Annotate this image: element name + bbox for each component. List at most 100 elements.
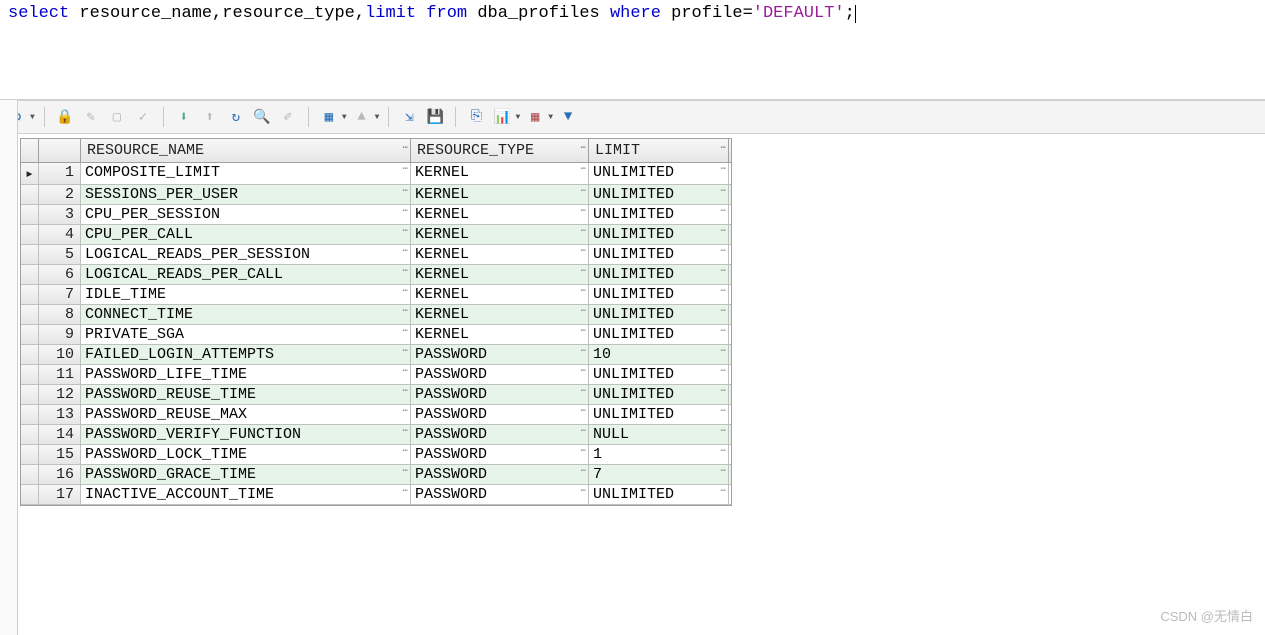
cell-ellipsis-icon[interactable]: ⋯	[403, 286, 408, 296]
cell-ellipsis-icon[interactable]: ⋯	[581, 446, 586, 456]
cell-ellipsis-icon[interactable]: ⋯	[721, 226, 726, 236]
cell[interactable]: KERNEL⋯	[411, 285, 589, 304]
box-icon[interactable]: ▢	[106, 106, 128, 128]
cell[interactable]: PASSWORD_VERIFY_FUNCTION⋯	[81, 425, 411, 444]
table-row[interactable]: 15PASSWORD_LOCK_TIME⋯PASSWORD⋯1⋯	[21, 445, 731, 465]
cell[interactable]: UNLIMITED⋯	[589, 325, 729, 344]
cell-ellipsis-icon[interactable]: ⋯	[581, 366, 586, 376]
find-icon[interactable]: 🔍	[251, 106, 273, 128]
table-row[interactable]: 17INACTIVE_ACCOUNT_TIME⋯PASSWORD⋯UNLIMIT…	[21, 485, 731, 505]
row-marker[interactable]	[21, 185, 39, 204]
cell-ellipsis-icon[interactable]: ⋯	[581, 286, 586, 296]
cell-ellipsis-icon[interactable]: ⋯	[403, 466, 408, 476]
cell[interactable]: UNLIMITED⋯	[589, 305, 729, 324]
cell[interactable]: UNLIMITED⋯	[589, 205, 729, 224]
cell[interactable]: LOGICAL_READS_PER_SESSION⋯	[81, 245, 411, 264]
row-marker[interactable]: ▸	[21, 163, 39, 184]
table-row[interactable]: 10FAILED_LOGIN_ATTEMPTS⋯PASSWORD⋯10⋯	[21, 345, 731, 365]
cell-ellipsis-icon[interactable]: ⋯	[403, 486, 408, 496]
save-icon[interactable]: 💾	[424, 106, 446, 128]
cell[interactable]: KERNEL⋯	[411, 225, 589, 244]
cell[interactable]: FAILED_LOGIN_ATTEMPTS⋯	[81, 345, 411, 364]
cell[interactable]: KERNEL⋯	[411, 163, 589, 184]
cell[interactable]: LOGICAL_READS_PER_CALL⋯	[81, 265, 411, 284]
cell-ellipsis-icon[interactable]: ⋯	[403, 186, 408, 196]
cell[interactable]: PASSWORD⋯	[411, 425, 589, 444]
cell-ellipsis-icon[interactable]: ⋯	[721, 286, 726, 296]
dropdown-arrow-icon[interactable]: ▼	[30, 113, 35, 122]
cell[interactable]: UNLIMITED⋯	[589, 485, 729, 504]
cell[interactable]: KERNEL⋯	[411, 305, 589, 324]
column-header[interactable]: RESOURCE_TYPE⋯	[411, 139, 589, 162]
cell-ellipsis-icon[interactable]: ⋯	[403, 426, 408, 436]
cell-ellipsis-icon[interactable]: ⋯	[581, 164, 586, 174]
row-marker[interactable]	[21, 325, 39, 344]
cell-ellipsis-icon[interactable]: ⋯	[403, 306, 408, 316]
cell[interactable]: PASSWORD_REUSE_TIME⋯	[81, 385, 411, 404]
cell[interactable]: PASSWORD⋯	[411, 385, 589, 404]
cell-ellipsis-icon[interactable]: ⋯	[721, 466, 726, 476]
cell[interactable]: PASSWORD⋯	[411, 365, 589, 384]
cell[interactable]: CPU_PER_CALL⋯	[81, 225, 411, 244]
cell-ellipsis-icon[interactable]: ⋯	[581, 186, 586, 196]
dropdown-arrow-icon[interactable]: ▼	[515, 113, 520, 122]
cell-ellipsis-icon[interactable]: ⋯	[721, 246, 726, 256]
cell[interactable]: KERNEL⋯	[411, 185, 589, 204]
cell[interactable]: UNLIMITED⋯	[589, 365, 729, 384]
cell-ellipsis-icon[interactable]: ⋯	[403, 206, 408, 216]
cell[interactable]: PASSWORD⋯	[411, 345, 589, 364]
cell[interactable]: NULL⋯	[589, 425, 729, 444]
cell[interactable]: UNLIMITED⋯	[589, 405, 729, 424]
dropdown-arrow-icon[interactable]: ▼	[375, 113, 380, 122]
cell-ellipsis-icon[interactable]: ⋯	[581, 406, 586, 416]
row-marker[interactable]	[21, 225, 39, 244]
cell-ellipsis-icon[interactable]: ⋯	[403, 406, 408, 416]
cell-ellipsis-icon[interactable]: ⋯	[581, 206, 586, 216]
row-marker[interactable]	[21, 305, 39, 324]
cell-ellipsis-icon[interactable]: ⋯	[721, 406, 726, 416]
column-options-icon[interactable]: ⋯	[581, 143, 586, 153]
table-row[interactable]: 7IDLE_TIME⋯KERNEL⋯UNLIMITED⋯	[21, 285, 731, 305]
row-marker[interactable]	[21, 385, 39, 404]
export-icon[interactable]: ⇲	[398, 106, 420, 128]
column-options-icon[interactable]: ⋯	[721, 143, 726, 153]
cell-ellipsis-icon[interactable]: ⋯	[721, 164, 726, 174]
cell-ellipsis-icon[interactable]: ⋯	[721, 366, 726, 376]
cell-ellipsis-icon[interactable]: ⋯	[581, 226, 586, 236]
column-header[interactable]: RESOURCE_NAME⋯	[81, 139, 411, 162]
row-marker[interactable]	[21, 245, 39, 264]
cell-ellipsis-icon[interactable]: ⋯	[581, 306, 586, 316]
table-row[interactable]: 16PASSWORD_GRACE_TIME⋯PASSWORD⋯7⋯	[21, 465, 731, 485]
cell-ellipsis-icon[interactable]: ⋯	[581, 386, 586, 396]
cell[interactable]: PASSWORD⋯	[411, 445, 589, 464]
cell[interactable]: IDLE_TIME⋯	[81, 285, 411, 304]
cell[interactable]: UNLIMITED⋯	[589, 225, 729, 244]
cell-ellipsis-icon[interactable]: ⋯	[403, 226, 408, 236]
cell[interactable]: UNLIMITED⋯	[589, 265, 729, 284]
cell-ellipsis-icon[interactable]: ⋯	[581, 346, 586, 356]
cell[interactable]: KERNEL⋯	[411, 205, 589, 224]
cell-ellipsis-icon[interactable]: ⋯	[721, 206, 726, 216]
table-row[interactable]: 2SESSIONS_PER_USER⋯KERNEL⋯UNLIMITED⋯	[21, 185, 731, 205]
dropdown-arrow-icon[interactable]: ▼	[342, 113, 347, 122]
cell-ellipsis-icon[interactable]: ⋯	[721, 326, 726, 336]
edit-icon[interactable]: ✎	[80, 106, 102, 128]
cell[interactable]: UNLIMITED⋯	[589, 285, 729, 304]
brush-icon[interactable]: ✐	[277, 106, 299, 128]
column-header[interactable]: LIMIT⋯	[589, 139, 729, 162]
table-row[interactable]: ▸1COMPOSITE_LIMIT⋯KERNEL⋯UNLIMITED⋯	[21, 163, 731, 185]
reload-icon[interactable]: ↻	[225, 106, 247, 128]
cell[interactable]: PRIVATE_SGA⋯	[81, 325, 411, 344]
cell-ellipsis-icon[interactable]: ⋯	[403, 386, 408, 396]
row-marker[interactable]	[21, 485, 39, 504]
cell-ellipsis-icon[interactable]: ⋯	[403, 446, 408, 456]
cell-ellipsis-icon[interactable]: ⋯	[721, 346, 726, 356]
cell-ellipsis-icon[interactable]: ⋯	[403, 366, 408, 376]
cell-ellipsis-icon[interactable]: ⋯	[403, 164, 408, 174]
cell[interactable]: INACTIVE_ACCOUNT_TIME⋯	[81, 485, 411, 504]
copy-icon[interactable]: ⎘	[465, 106, 487, 128]
form-icon[interactable]: ▦	[318, 106, 340, 128]
cell[interactable]: 7⋯	[589, 465, 729, 484]
cell-ellipsis-icon[interactable]: ⋯	[721, 266, 726, 276]
cell[interactable]: 10⋯	[589, 345, 729, 364]
